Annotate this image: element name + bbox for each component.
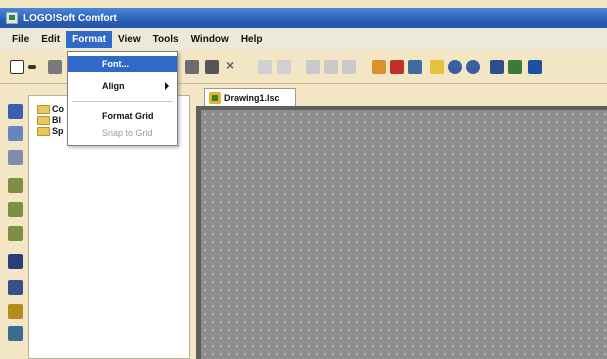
menu-file[interactable]: File — [6, 31, 35, 48]
menu-item-align-label: Align — [102, 81, 125, 91]
tree-item[interactable]: Co — [37, 104, 64, 114]
split-connector-icon[interactable] — [8, 280, 23, 295]
open-file-icon[interactable] — [48, 60, 62, 74]
paste-icon[interactable] — [205, 60, 219, 74]
tree-item[interactable]: Sp — [37, 126, 64, 136]
print-icon[interactable] — [8, 326, 23, 341]
circuit-program-icon — [209, 91, 221, 104]
properties-icon[interactable] — [508, 60, 522, 74]
drawing-canvas[interactable] — [196, 106, 607, 359]
menu-item-align[interactable]: Align — [68, 78, 177, 94]
folder-icon — [37, 104, 50, 114]
menu-help[interactable]: Help — [235, 31, 269, 48]
app-logo-icon — [6, 12, 18, 24]
dropdown-arrow-icon[interactable] — [28, 65, 36, 69]
tab-drawing[interactable]: Drawing1.lsc — [204, 88, 296, 106]
align-icon[interactable] — [306, 60, 320, 74]
delete-icon[interactable]: × — [226, 57, 240, 73]
menu-bar: File Edit Format View Tools Window Help — [0, 28, 607, 50]
menu-tools[interactable]: Tools — [147, 31, 185, 48]
special-functions-icon[interactable] — [8, 226, 23, 241]
tree-item-label: Bl — [52, 115, 61, 125]
constants-icon[interactable] — [8, 178, 23, 193]
zoom-out-icon[interactable] — [466, 60, 480, 74]
menu-edit[interactable]: Edit — [35, 31, 66, 48]
tree-item[interactable]: Bl — [37, 115, 61, 125]
menu-window[interactable]: Window — [185, 31, 235, 48]
distribute-icon[interactable] — [324, 60, 338, 74]
select-cursor-icon[interactable] — [8, 126, 23, 141]
menu-view[interactable]: View — [112, 31, 147, 48]
submenu-arrow-icon — [165, 82, 169, 90]
help-icon[interactable] — [528, 60, 542, 74]
folder-icon — [37, 126, 50, 136]
connect-icon[interactable] — [372, 60, 386, 74]
redo-icon[interactable] — [277, 60, 291, 74]
folder-icon — [37, 115, 50, 125]
tab-label: Drawing1.lsc — [224, 92, 280, 103]
basic-functions-icon[interactable] — [8, 202, 23, 217]
undo-icon[interactable] — [258, 60, 272, 74]
left-toolbar — [4, 98, 26, 359]
pencil-icon[interactable] — [430, 60, 444, 74]
bookmark-icon[interactable] — [8, 104, 23, 119]
layout-icon[interactable] — [8, 304, 23, 319]
menu-separator — [72, 101, 173, 102]
window-title: LOGO!Soft Comfort — [23, 12, 117, 24]
fit-page-icon[interactable] — [490, 60, 504, 74]
grid-icon[interactable] — [342, 60, 356, 74]
format-menu-dropdown: Font... Align Format Grid Snap to Grid — [67, 51, 178, 146]
text-tool-icon[interactable] — [8, 254, 23, 269]
zoom-in-icon[interactable] — [448, 60, 462, 74]
tree-item-label: Sp — [52, 126, 64, 136]
menu-item-snap-to-grid: Snap to Grid — [102, 128, 153, 138]
menu-format[interactable]: Format — [66, 30, 113, 48]
copy-icon[interactable] — [185, 60, 199, 74]
transfer-icon[interactable] — [408, 60, 422, 74]
connector-icon[interactable] — [8, 150, 23, 165]
menu-item-font[interactable]: Font... — [68, 56, 177, 72]
new-file-icon[interactable] — [10, 60, 24, 74]
tree-item-label: Co — [52, 104, 64, 114]
simulation-icon[interactable] — [390, 60, 404, 74]
title-bar: LOGO!Soft Comfort — [0, 8, 607, 28]
menu-item-format-grid[interactable]: Format Grid — [68, 108, 177, 124]
